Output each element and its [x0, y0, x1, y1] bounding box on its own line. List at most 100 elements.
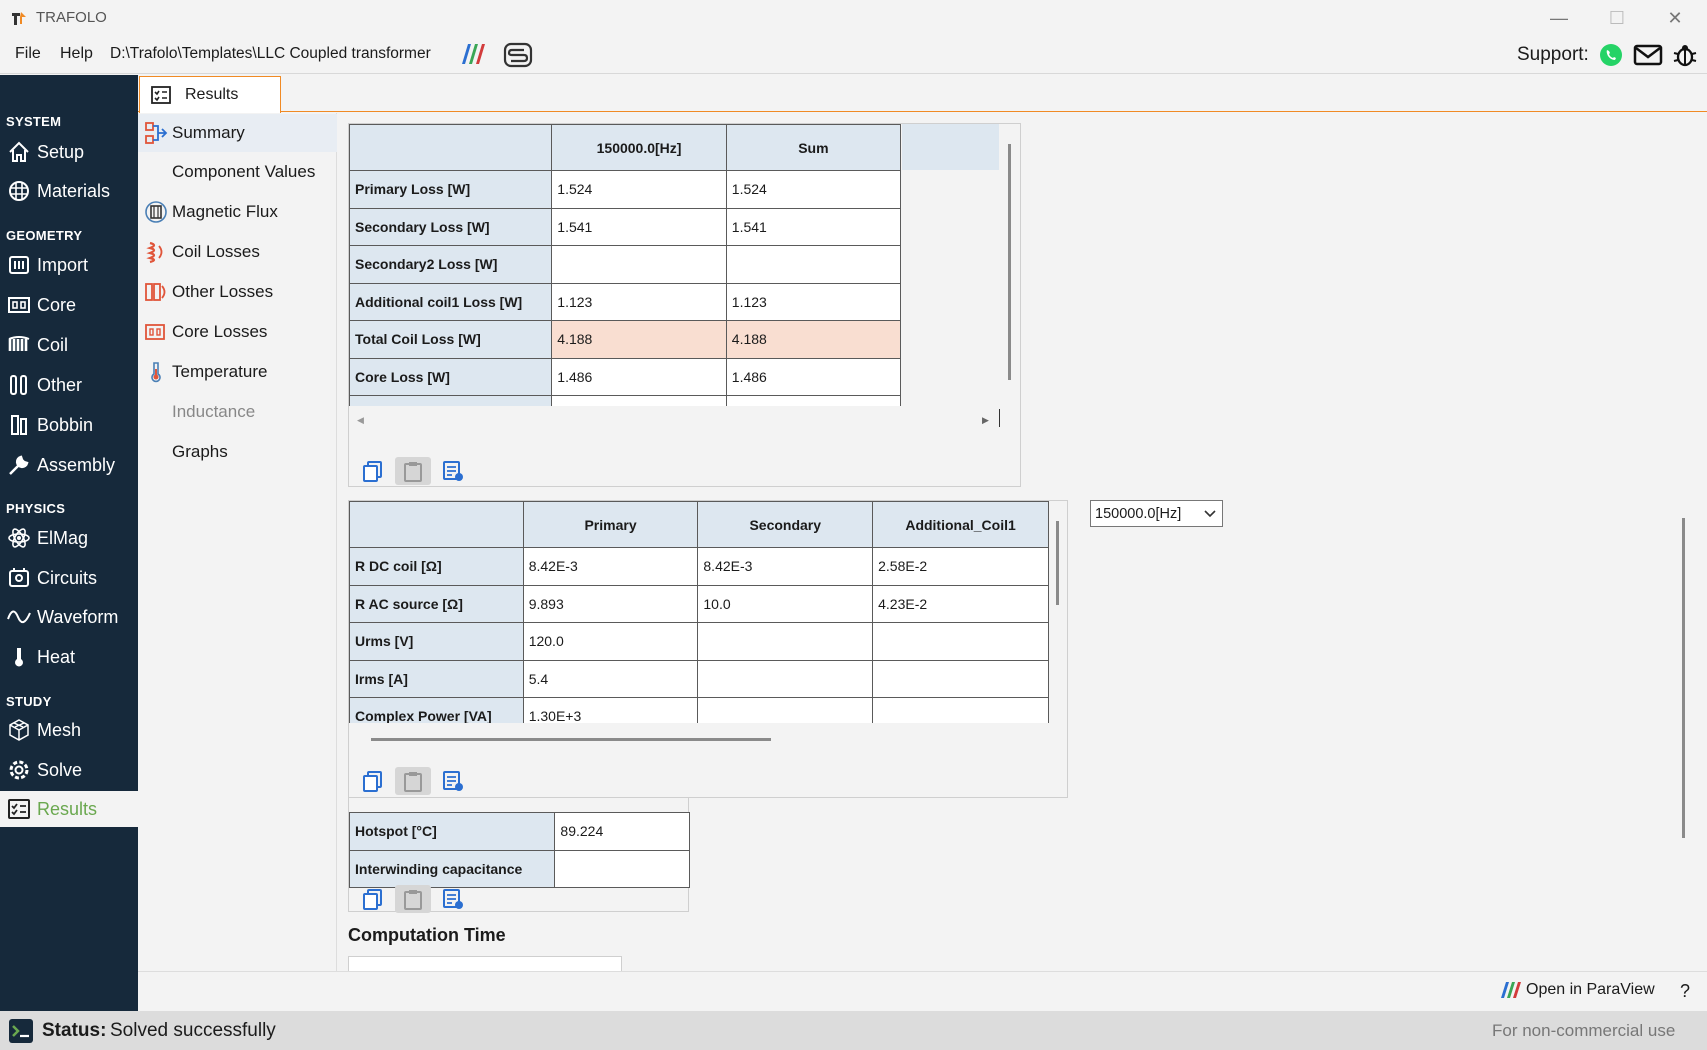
close-button[interactable]: ✕	[1650, 4, 1700, 32]
open-in-paraview-button[interactable]: Open in ParaView	[1499, 981, 1655, 999]
copy-button[interactable]	[355, 885, 391, 913]
help-button[interactable]: ?	[1680, 981, 1690, 1002]
table-cell[interactable]: 4.188	[725, 320, 902, 359]
sidebar-item-circuits[interactable]: Circuits	[0, 560, 138, 596]
table-cell[interactable]	[554, 849, 690, 888]
sidebar-item-import[interactable]: Import	[0, 247, 138, 283]
menu-help[interactable]: Help	[60, 45, 93, 63]
sidebar-item-core[interactable]: Core	[0, 287, 138, 323]
table-cell[interactable]: 1.123	[551, 282, 727, 321]
nav-label: Component Values	[172, 162, 316, 181]
table-cell[interactable]: 2.58E-2	[872, 547, 1049, 586]
vertical-scrollbar[interactable]	[1008, 144, 1011, 380]
table-cell[interactable]	[697, 622, 874, 661]
switch-icon[interactable]	[503, 42, 533, 68]
table-cell[interactable]: 4.23E-2	[872, 584, 1049, 623]
table-cell[interactable]: 4.188	[551, 320, 727, 359]
copy-button[interactable]	[355, 767, 391, 795]
other-icon	[7, 373, 31, 397]
sidebar-item-heat[interactable]: Heat	[0, 639, 138, 675]
table-cell[interactable]	[697, 659, 874, 698]
table-cell[interactable]	[551, 245, 727, 284]
main-sidebar: SYSTEM Setup Materials GEOMETRY Import C…	[0, 75, 138, 1011]
table-row: Complex Power [VA] 1.30E+3	[349, 697, 1049, 723]
table-cell[interactable]	[725, 245, 902, 284]
paste-button[interactable]	[395, 457, 431, 485]
nav-temperature[interactable]: Temperature	[138, 353, 337, 391]
table-cell[interactable]: 1.486	[725, 357, 902, 396]
table-cell[interactable]: 120.0	[522, 622, 699, 661]
sidebar-item-setup[interactable]: Setup	[0, 134, 138, 170]
sidebar-item-solve[interactable]: Solve	[0, 752, 138, 788]
sidebar-item-waveform[interactable]: Waveform	[0, 599, 138, 635]
vertical-scrollbar[interactable]	[1056, 521, 1059, 605]
table-cell[interactable]: 1.30E+3	[522, 697, 699, 723]
table-cell[interactable]: 1.541	[725, 207, 902, 246]
license-text: For non-commercial use	[1492, 1021, 1676, 1040]
nav-other-losses[interactable]: Other Losses	[138, 273, 337, 311]
table-cell[interactable]	[872, 659, 1049, 698]
nav-inductance[interactable]: Inductance	[138, 393, 337, 431]
table-cell[interactable]: 8.42E-3	[522, 547, 699, 586]
export-button[interactable]	[435, 767, 471, 795]
copy-button[interactable]	[355, 457, 391, 485]
sidebar-item-coil[interactable]: Coil	[0, 327, 138, 363]
table-cell[interactable]: 10.0	[697, 584, 874, 623]
table-cell[interactable]	[872, 622, 1049, 661]
nav-core-losses[interactable]: Core Losses	[138, 313, 337, 351]
table-cell[interactable]: 1.524	[725, 170, 902, 209]
scroll-left-arrow-icon[interactable]: ◀	[357, 415, 364, 426]
nav-magnetic-flux[interactable]: Magnetic Flux	[138, 193, 337, 231]
table-cell[interactable]: 9.893	[522, 584, 699, 623]
sidebar-item-bobbin[interactable]: Bobbin	[0, 407, 138, 443]
table-cell[interactable]: 1.524	[551, 170, 727, 209]
sidebar-item-label: ElMag	[37, 527, 89, 548]
paste-button[interactable]	[395, 767, 431, 795]
table-cell[interactable]: 89.224	[554, 812, 690, 851]
tab-results[interactable]: Results	[139, 76, 281, 113]
sidebar-item-other[interactable]: Other	[0, 367, 138, 403]
sidebar-item-assembly[interactable]: Assembly	[0, 447, 138, 483]
table-cell[interactable]: 1.123	[725, 282, 902, 321]
bug-report-icon[interactable]	[1672, 42, 1698, 68]
materials-icon	[7, 179, 31, 203]
paste-button[interactable]	[395, 885, 431, 913]
menu-file[interactable]: File	[15, 45, 41, 63]
table-cell[interactable]: 2.284	[725, 395, 902, 406]
horizontal-scrollbar[interactable]	[371, 738, 771, 741]
maximize-button[interactable]: ☐	[1592, 4, 1642, 32]
table-row: Other Loss [W]2.2842.284	[349, 395, 902, 406]
table-cell[interactable]	[697, 697, 874, 723]
sidebar-item-mesh[interactable]: Mesh	[0, 712, 138, 748]
table-cell[interactable]: 1.486	[551, 357, 727, 396]
frequency-select[interactable]: 150000.0[Hz]	[1090, 500, 1223, 527]
results-icon	[7, 797, 31, 821]
sidebar-item-materials[interactable]: Materials	[0, 173, 138, 209]
table-cell[interactable]: 2.284	[551, 395, 727, 406]
table-row: Additional coil1 Loss [W] 1.123 1.123	[349, 282, 902, 321]
mail-icon[interactable]	[1633, 44, 1663, 66]
nav-component-values[interactable]: Component Values	[138, 153, 337, 191]
table-cell[interactable]: 5.4	[522, 659, 699, 698]
table-cell[interactable]	[872, 697, 1049, 723]
scroll-right-arrow-icon[interactable]: ▶	[982, 415, 989, 426]
export-button[interactable]	[435, 457, 471, 485]
sidebar-item-results[interactable]: Results	[0, 791, 138, 827]
whatsapp-icon[interactable]	[1599, 43, 1623, 67]
nav-label: Other Losses	[172, 282, 274, 301]
sidebar-item-label: Mesh	[37, 719, 82, 740]
paraview-icon[interactable]	[458, 42, 488, 66]
summary-icon	[144, 121, 168, 145]
nav-summary[interactable]: Summary	[138, 114, 337, 152]
nav-graphs[interactable]: Graphs	[138, 433, 337, 471]
horizontal-scrollbar[interactable]: ◀ ▶	[351, 409, 1001, 427]
section-system: SYSTEM	[6, 114, 62, 129]
sidebar-item-elmag[interactable]: ElMag	[0, 520, 138, 556]
paraview-icon	[1501, 982, 1521, 998]
nav-coil-losses[interactable]: Coil Losses	[138, 233, 337, 271]
table-cell[interactable]: 8.42E-3	[697, 547, 874, 586]
minimize-button[interactable]: —	[1534, 4, 1584, 32]
content-vertical-scrollbar[interactable]	[1682, 518, 1685, 838]
table-cell[interactable]: 1.541	[551, 207, 727, 246]
export-button[interactable]	[435, 885, 471, 913]
